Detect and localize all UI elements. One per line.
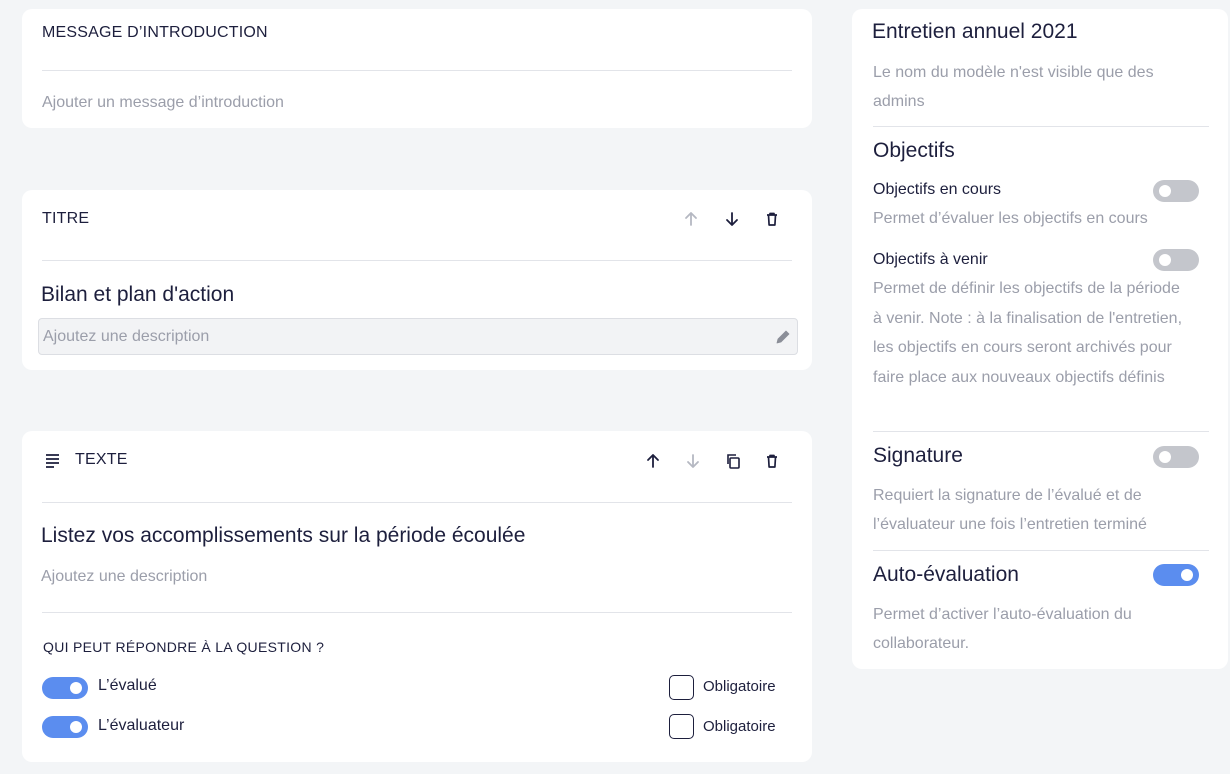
signature-description: Requiert la signature de l’évalué et de … (873, 487, 1147, 533)
current-objectives-label: Objectifs en cours (873, 181, 1002, 198)
intro-message-input[interactable]: Ajouter un message d’introduction (42, 94, 284, 112)
duplicate-button[interactable] (722, 450, 744, 472)
respondents-heading: QUI PEUT RÉPONDRE À LA QUESTION ? (43, 639, 325, 655)
future-objectives-toggle[interactable] (1153, 249, 1199, 271)
signature-heading: Signature (873, 444, 963, 467)
respondent-label: L’évaluateur (98, 717, 185, 734)
respondent-toggle-evaluateur[interactable] (42, 716, 88, 738)
self-evaluation-description: Permet d’activer l’auto-évaluation du co… (873, 606, 1132, 652)
self-evaluation-toggle[interactable] (1153, 564, 1199, 586)
description-input[interactable]: Ajoutez une description (41, 568, 207, 586)
signature-toggle[interactable] (1153, 446, 1199, 468)
required-label: Obligatoire (703, 718, 776, 735)
text-card-header-label: TEXTE (75, 451, 128, 468)
future-objectives-description: Permet de définir les objectifs de la pé… (873, 280, 1183, 386)
template-name[interactable]: Entretien annuel 2021 (872, 20, 1078, 44)
arrow-down-icon (726, 212, 738, 226)
objectives-heading: Objectifs (873, 139, 955, 162)
divider (42, 502, 792, 503)
current-objectives-toggle[interactable] (1153, 180, 1199, 202)
respondent-label: L’évalué (98, 677, 157, 694)
question-title[interactable]: Listez vos accomplissements sur la pério… (41, 524, 525, 548)
intro-card-header: MESSAGE D’INTRODUCTION (42, 23, 792, 43)
required-label: Obligatoire (703, 678, 776, 695)
description-field[interactable]: Ajoutez une description (38, 318, 798, 355)
title-card-header-label: TITRE (42, 210, 90, 227)
copy-icon (727, 454, 740, 469)
arrow-up-icon (647, 454, 659, 468)
text-card: TEXTE Listez vos accomplissements sur la… (22, 431, 812, 762)
arrow-down-icon (687, 454, 699, 468)
self-evaluation-heading: Auto-évaluation (873, 563, 1019, 586)
divider (42, 260, 792, 261)
required-checkbox[interactable] (669, 675, 694, 700)
divider (42, 612, 792, 613)
text-lines-icon (46, 454, 59, 468)
required-checkbox[interactable] (669, 714, 694, 739)
divider (873, 550, 1209, 551)
divider (873, 431, 1209, 432)
trash-icon (767, 212, 777, 226)
intro-card: MESSAGE D’INTRODUCTION Ajouter un messag… (22, 9, 812, 128)
move-up-button[interactable] (680, 208, 702, 230)
move-up-button[interactable] (642, 450, 664, 472)
trash-icon (767, 454, 777, 468)
arrow-up-icon (685, 212, 697, 226)
description-placeholder: Ajoutez une description (43, 328, 210, 345)
current-objectives-description: Permet d’évaluer les objectifs en cours (873, 210, 1148, 227)
delete-button[interactable] (761, 208, 783, 230)
respondent-toggle-evalue[interactable] (42, 677, 88, 699)
move-down-button[interactable] (721, 208, 743, 230)
future-objectives-label: Objectifs à venir (873, 251, 988, 268)
settings-panel: Entretien annuel 2021 Le nom du modèle n… (852, 9, 1228, 669)
text-card-header: TEXTE (42, 450, 792, 470)
pencil-icon (776, 330, 790, 344)
divider (42, 70, 792, 71)
divider (873, 126, 1209, 127)
move-down-button[interactable] (682, 450, 704, 472)
section-title[interactable]: Bilan et plan d'action (41, 283, 234, 307)
title-card: TITRE Bilan et plan d'action Ajoutez une… (22, 190, 812, 370)
intro-card-header-label: MESSAGE D’INTRODUCTION (42, 24, 268, 41)
delete-button[interactable] (761, 450, 783, 472)
template-note: Le nom du modèle n'est visible que des a… (873, 64, 1154, 110)
